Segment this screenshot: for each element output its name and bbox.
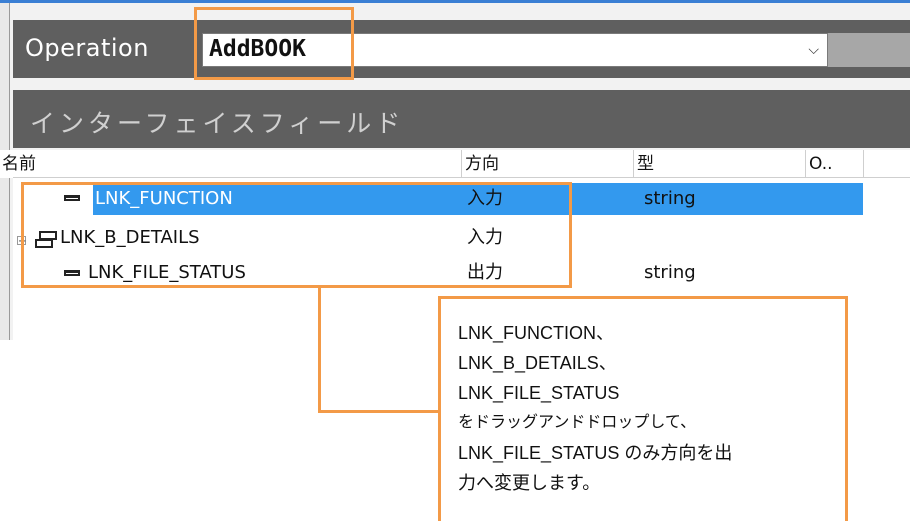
- column-header-name[interactable]: 名前: [0, 150, 462, 178]
- callout-line: 力へ変更します。: [458, 473, 601, 493]
- operation-label: Operation: [25, 34, 149, 62]
- operation-bar-right: [828, 33, 910, 67]
- callout-line: LNK_B_DETAILS、: [458, 353, 617, 373]
- section-title: インターフェイスフィールド: [30, 109, 405, 138]
- column-header-direction[interactable]: 方向: [462, 150, 634, 178]
- row-type: string: [644, 262, 696, 283]
- column-header-optional[interactable]: O..: [806, 150, 864, 178]
- callout-leader: [318, 410, 440, 413]
- callout-line: をドラッグアンドドロップして、: [458, 414, 697, 431]
- callout-leader: [318, 285, 321, 413]
- rows-highlight-box: [21, 182, 572, 288]
- column-header-type[interactable]: 型: [634, 150, 806, 178]
- callout-line: LNK_FUNCTION、: [458, 323, 615, 343]
- callout-text: LNK_FUNCTION、 LNK_B_DETAILS、 LNK_FILE_ST…: [458, 318, 838, 498]
- header-divider: [13, 177, 910, 178]
- chevron-down-icon[interactable]: ⌵: [808, 42, 819, 58]
- callout-line: LNK_FILE_STATUS: [458, 383, 620, 403]
- operation-highlight-box: [194, 7, 354, 80]
- row-type: string: [644, 188, 696, 209]
- callout-line: LNK_FILE_STATUS のみ方向を出: [458, 443, 733, 463]
